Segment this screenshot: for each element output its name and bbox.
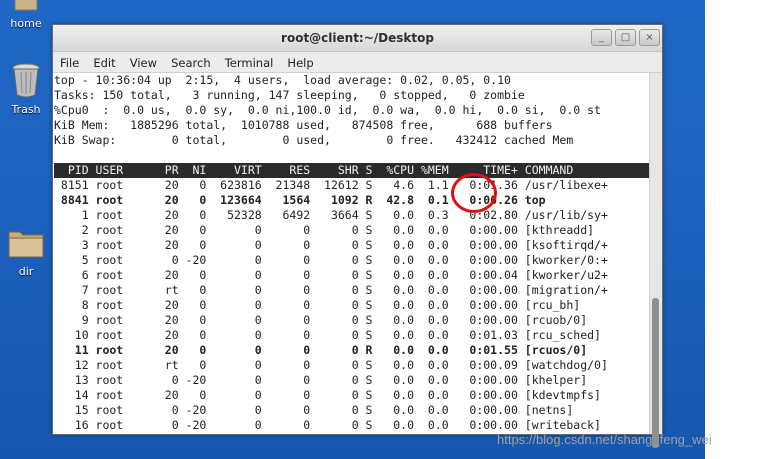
menu-bar: File Edit View Search Terminal Help [53,52,662,73]
process-row: 7 root rt 0 0 0 0 S 0.0 0.0 0:00.00 [mig… [54,283,608,297]
cpu-column-highlight-circle [451,173,497,213]
process-row: 5 root 0 -20 0 0 0 S 0.0 0.0 0:00.00 [kw… [54,253,608,267]
desktop-icon-label: home [10,17,42,30]
terminal-output[interactable]: top - 10:36:04 up 2:15, 4 users, load av… [53,73,652,434]
process-row: 10 root 20 0 0 0 0 S 0.0 0.0 0:01.03 [rc… [54,328,601,342]
desktop-icon-label: dir [18,265,34,278]
process-row: 2 root 20 0 0 0 0 S 0.0 0.0 0:00.00 [kth… [54,223,595,237]
process-row: 12 root rt 0 0 0 0 S 0.0 0.0 0:00.09 [wa… [54,358,608,372]
close-button[interactable]: × [639,29,660,46]
process-row: 1 root 20 0 52328 6492 3664 S 0.0 0.3 0:… [54,208,608,222]
process-table-body: 8151 root 20 0 623816 21348 12612 S 4.6 … [54,178,652,433]
menu-view[interactable]: View [130,56,157,70]
window-title: root@client:~/Desktop [281,31,434,45]
process-row: 14 root 20 0 0 0 0 S 0.0 0.0 0:00.00 [kd… [54,388,601,402]
desktop-icon-dir[interactable]: dir [0,226,52,278]
terminal-window: root@client:~/Desktop _ □ × File Edit Vi… [52,24,663,448]
scrollbar[interactable] [649,73,662,448]
scrollbar-thumb[interactable] [652,298,659,448]
process-row: 9 root 20 0 0 0 0 S 0.0 0.0 0:00.00 [rcu… [54,313,588,327]
process-row: 13 root 0 -20 0 0 0 S 0.0 0.0 0:00.00 [k… [54,373,588,387]
menu-search[interactable]: Search [171,56,211,70]
summary-tasks: Tasks: 150 total, 3 running, 147 sleepin… [54,88,525,102]
process-row: 16 root 0 -20 0 0 0 S 0.0 0.0 0:00.00 [w… [54,418,601,432]
summary-uptime: top - 10:36:04 up 2:15, 4 users, load av… [54,73,511,87]
process-row: 11 root 20 0 0 0 0 R 0.0 0.0 0:01.55 [rc… [54,343,588,357]
process-row: 8151 root 20 0 623816 21348 12612 S 4.6 … [54,178,608,192]
folder-home-icon [14,0,38,11]
minimize-button[interactable]: _ [591,29,612,46]
watermark-url: https://blog.csdn.net/shang_feng_wei [497,432,712,447]
window-titlebar[interactable]: root@client:~/Desktop _ □ × [53,25,662,52]
process-row: 8841 root 20 0 123664 1564 1092 R 42.8 0… [54,193,546,207]
process-table-header: PID USER PR NI VIRT RES SHR S %CPU %MEM … [54,163,652,178]
folder-icon [8,231,44,258]
menu-help[interactable]: Help [287,56,313,70]
summary-cpu: %Cpu0 : 0.0 us, 0.0 sy, 0.0 ni,100.0 id,… [54,103,601,117]
maximize-button[interactable]: □ [615,29,636,46]
summary-swap: KiB Swap: 0 total, 0 used, 0 free. 43241… [54,133,574,147]
desktop-icon-label: Trash [11,103,41,116]
process-row: 6 root 20 0 0 0 0 S 0.0 0.0 0:00.04 [kwo… [54,268,608,282]
menu-file[interactable]: File [60,56,79,70]
desktop-icon-trash[interactable]: Trash [0,62,52,116]
process-row: 8 root 20 0 0 0 0 S 0.0 0.0 0:00.00 [rcu… [54,298,581,312]
menu-edit[interactable]: Edit [93,56,115,70]
menu-terminal[interactable]: Terminal [225,56,274,70]
desktop-icon-home[interactable]: home [0,0,52,30]
trash-icon [12,63,40,98]
summary-mem: KiB Mem: 1885296 total, 1010788 used, 87… [54,118,553,132]
process-row: 15 root 0 -20 0 0 0 S 0.0 0.0 0:00.00 [n… [54,403,574,417]
process-row: 3 root 20 0 0 0 0 S 0.0 0.0 0:00.00 [kso… [54,238,608,252]
